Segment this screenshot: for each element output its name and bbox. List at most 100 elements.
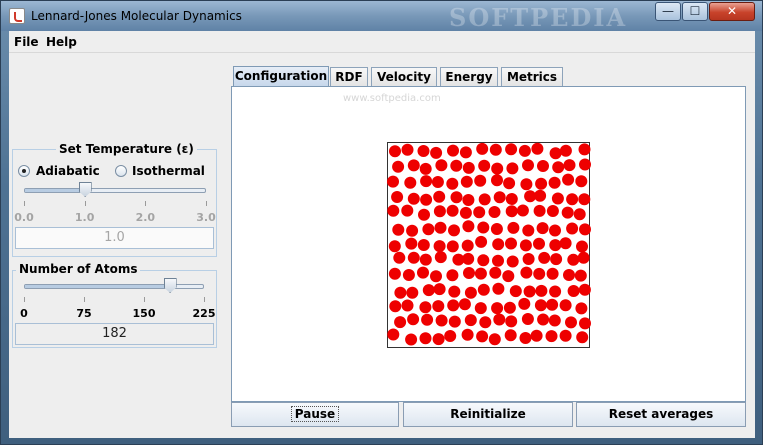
atom <box>578 283 591 296</box>
tab-energy[interactable]: Energy <box>440 67 498 87</box>
menu-file[interactable]: File <box>14 35 39 49</box>
isothermal-radio[interactable] <box>115 165 127 177</box>
atom <box>521 313 534 325</box>
atom <box>534 189 547 202</box>
atom <box>562 173 575 186</box>
atom <box>448 315 461 328</box>
atoms-tick-label: 75 <box>76 307 92 320</box>
atom <box>535 284 548 297</box>
atom <box>522 224 535 237</box>
close-button[interactable]: ✕ <box>709 2 755 21</box>
atom <box>474 302 487 315</box>
reinitialize-button[interactable]: Reinitialize <box>403 402 573 427</box>
reset-averages-button[interactable]: Reset averages <box>576 402 746 427</box>
atom <box>432 333 445 346</box>
tab-metrics[interactable]: Metrics <box>501 67 563 87</box>
tab-rdf[interactable]: RDF <box>330 67 368 87</box>
atom <box>493 191 506 204</box>
atom <box>388 267 401 280</box>
adiabatic-radio[interactable] <box>18 165 30 177</box>
atom <box>559 237 572 250</box>
atom <box>546 205 559 217</box>
atom <box>433 240 446 253</box>
atom <box>387 204 400 217</box>
atom <box>450 159 463 172</box>
tab-velocity[interactable]: Velocity <box>371 67 437 87</box>
atom <box>392 160 405 173</box>
atom <box>448 224 460 237</box>
atom <box>433 190 446 203</box>
atom <box>461 328 474 341</box>
pause-button[interactable]: Pause <box>231 402 399 427</box>
minimize-button[interactable]: — <box>655 2 681 21</box>
atom <box>407 192 420 205</box>
temperature-value-field[interactable]: 1.0 <box>15 227 214 249</box>
atom <box>516 204 529 217</box>
atom <box>479 316 492 329</box>
atoms-slider[interactable] <box>24 284 204 289</box>
atom <box>462 252 475 265</box>
atom <box>536 222 549 235</box>
atom <box>433 283 446 296</box>
atoms-tick-label: 0 <box>20 307 28 320</box>
atom <box>430 270 442 283</box>
atom <box>559 329 572 342</box>
adiabatic-label[interactable]: Adiabatic <box>36 164 100 178</box>
menu-help[interactable]: Help <box>46 35 77 49</box>
client-area: File Help Set Temperature (ε) Adiabatic … <box>9 31 755 438</box>
atom <box>576 331 589 344</box>
atom <box>463 267 475 279</box>
title-bar[interactable]: Lennard-Jones Molecular Dynamics SOFTPED… <box>1 1 762 32</box>
atom <box>477 254 490 267</box>
atom <box>446 177 459 190</box>
atom <box>574 269 587 282</box>
atom <box>394 286 407 299</box>
atom <box>567 285 580 297</box>
atom <box>435 159 448 172</box>
atoms-tick-label: 225 <box>192 307 216 320</box>
atom <box>406 224 419 237</box>
atom <box>401 143 414 156</box>
atoms-value-field: 182 <box>15 323 214 345</box>
atom <box>392 223 405 236</box>
atom <box>491 162 504 175</box>
atom <box>419 332 432 345</box>
atom <box>492 238 505 251</box>
atom <box>419 301 432 314</box>
atom <box>491 302 504 315</box>
atoms-canvas <box>387 142 591 346</box>
atom <box>404 176 417 189</box>
tab-configuration[interactable]: Configuration <box>233 66 329 87</box>
atom <box>434 221 447 234</box>
atom <box>563 159 576 172</box>
atom <box>446 269 459 282</box>
atom <box>533 204 546 217</box>
atom <box>579 158 591 171</box>
java-app-icon[interactable] <box>9 8 25 24</box>
temperature-slider[interactable] <box>24 188 206 193</box>
maximize-button[interactable]: ☐ <box>682 2 708 21</box>
atom <box>502 270 515 283</box>
atom <box>401 204 414 217</box>
atoms-tick-mark <box>144 297 145 302</box>
atom <box>506 162 519 175</box>
atom <box>389 145 401 158</box>
atoms-slider-fill <box>25 285 171 288</box>
atom <box>520 178 533 191</box>
atom <box>537 313 550 326</box>
isothermal-label[interactable]: Isothermal <box>132 164 205 178</box>
atom <box>534 299 547 312</box>
atom <box>561 206 574 219</box>
atom <box>489 143 502 156</box>
atom <box>507 221 520 234</box>
atom <box>552 161 565 174</box>
atoms-tick-mark <box>204 297 205 302</box>
atom <box>387 175 399 188</box>
atom <box>522 159 534 172</box>
softpedia-watermark: SOFTPEDIA <box>449 3 628 32</box>
atom <box>434 251 447 264</box>
atom <box>402 269 415 281</box>
atom <box>447 299 460 312</box>
atom <box>473 206 486 219</box>
atom <box>579 317 591 330</box>
